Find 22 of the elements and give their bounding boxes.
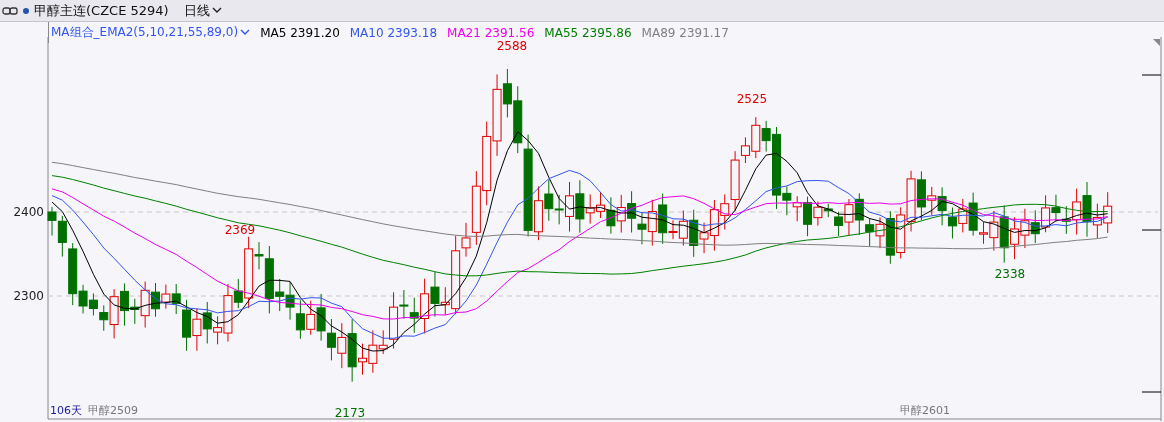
price-label: 2525 (736, 92, 768, 106)
days-label: 106天 (50, 404, 82, 417)
price-label: 2173 (334, 405, 366, 420)
axis-label: 2300 (13, 289, 44, 303)
price-label: 2338 (994, 267, 1026, 282)
ma-legend-value: MA5 2391.20 (260, 25, 340, 40)
ma-legend-value: MA10 2393.18 (349, 25, 438, 40)
price-label: 2369 (224, 223, 256, 238)
ma-legend-value: MA55 2395.86 (544, 25, 632, 40)
link-icon[interactable] (2, 6, 18, 15)
contract-label: 甲醇2509 (88, 404, 138, 417)
axis-label: 2400 (13, 205, 44, 219)
caret-icon (211, 7, 222, 14)
contract-label: 甲醇2601 (900, 404, 950, 417)
price-label: 2588 (496, 39, 528, 54)
ma-legend-value: MA21 2391.56 (447, 25, 535, 40)
symbol-title: 甲醇主连(CZCE 5294) (34, 1, 169, 20)
period-dropdown[interactable]: 日线 (173, 1, 222, 20)
indicator-dropdown[interactable]: MA组合_EMA2(5,10,21,55,89,0) (51, 24, 251, 41)
status-dot (23, 7, 29, 14)
ma-legend-value: MA89 2391.17 (641, 25, 729, 40)
caret-icon (240, 29, 251, 36)
